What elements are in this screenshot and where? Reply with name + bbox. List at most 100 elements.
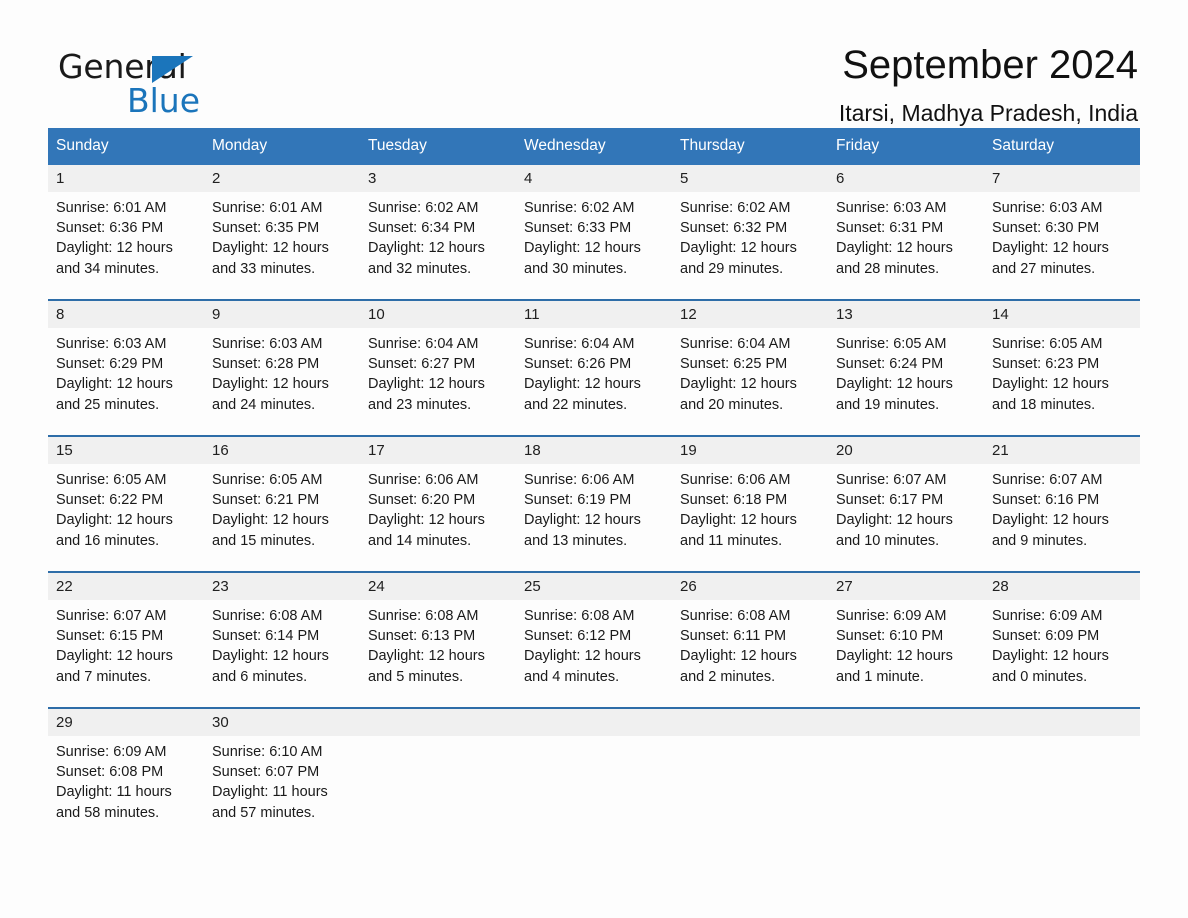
day-cell[interactable]: 29 Sunrise: 6:09 AM Sunset: 6:08 PM Dayl…: [48, 709, 204, 839]
sunrise-text: Sunrise: 6:09 AM: [992, 608, 1103, 624]
sunrise-text: Sunrise: 6:02 AM: [368, 200, 479, 216]
day-number: 15: [56, 442, 73, 459]
calendar-grid: Sunday Monday Tuesday Wednesday Thursday…: [48, 128, 1140, 839]
day-number: 7: [992, 170, 1001, 187]
week-row: 22 Sunrise: 6:07 AM Sunset: 6:15 PM Dayl…: [48, 571, 1140, 707]
day-cell[interactable]: 13 Sunrise: 6:05 AM Sunset: 6:24 PM Dayl…: [828, 301, 984, 435]
day-cell[interactable]: 28 Sunrise: 6:09 AM Sunset: 6:09 PM Dayl…: [984, 573, 1140, 707]
weekday-friday: Friday: [836, 137, 880, 154]
weekday-header-row: Sunday Monday Tuesday Wednesday Thursday…: [48, 128, 1140, 165]
day-cell[interactable]: 23 Sunrise: 6:08 AM Sunset: 6:14 PM Dayl…: [204, 573, 360, 707]
day-number: 17: [368, 442, 385, 459]
daylight-text-line2: and 23 minutes.: [368, 396, 472, 413]
daylight-text-line1: Daylight: 12 hours: [992, 240, 1109, 257]
sunset-text: Sunset: 6:19 PM: [524, 492, 632, 509]
day-details: Sunrise: 6:04 AM Sunset: 6:26 PM Dayligh…: [524, 334, 664, 415]
weekday-sunday: Sunday: [56, 137, 109, 154]
general-blue-logo: General Blue: [48, 42, 208, 117]
day-number: 30: [212, 714, 229, 731]
sunrise-text: Sunrise: 6:09 AM: [56, 744, 167, 760]
day-cell[interactable]: 3 Sunrise: 6:02 AM Sunset: 6:34 PM Dayli…: [360, 165, 516, 299]
weekday-thursday: Thursday: [680, 137, 745, 154]
day-cell[interactable]: 18 Sunrise: 6:06 AM Sunset: 6:19 PM Dayl…: [516, 437, 672, 571]
sunset-text: Sunset: 6:36 PM: [56, 220, 164, 237]
sunset-text: Sunset: 6:26 PM: [524, 356, 632, 373]
day-details: Sunrise: 6:10 AM Sunset: 6:07 PM Dayligh…: [212, 742, 352, 823]
day-cell[interactable]: 8 Sunrise: 6:03 AM Sunset: 6:29 PM Dayli…: [48, 301, 204, 435]
sunset-text: Sunset: 6:34 PM: [368, 220, 476, 237]
day-cell[interactable]: 10 Sunrise: 6:04 AM Sunset: 6:27 PM Dayl…: [360, 301, 516, 435]
daylight-text-line1: Daylight: 12 hours: [524, 648, 641, 665]
sunrise-text: Sunrise: 6:08 AM: [680, 608, 791, 624]
day-cell[interactable]: 2 Sunrise: 6:01 AM Sunset: 6:35 PM Dayli…: [204, 165, 360, 299]
page-subtitle: Itarsi, Madhya Pradesh, India: [838, 100, 1138, 126]
day-details: Sunrise: 6:08 AM Sunset: 6:11 PM Dayligh…: [680, 606, 820, 687]
day-number: 14: [992, 306, 1009, 323]
day-details: Sunrise: 6:06 AM Sunset: 6:18 PM Dayligh…: [680, 470, 820, 551]
daylight-text-line2: and 16 minutes.: [56, 532, 160, 549]
sunset-text: Sunset: 6:08 PM: [56, 764, 164, 781]
daylight-text-line2: and 29 minutes.: [680, 260, 784, 277]
daylight-text-line1: Daylight: 12 hours: [680, 376, 797, 393]
daylight-text-line1: Daylight: 12 hours: [212, 648, 329, 665]
day-cell[interactable]: 21 Sunrise: 6:07 AM Sunset: 6:16 PM Dayl…: [984, 437, 1140, 571]
day-details: Sunrise: 6:03 AM Sunset: 6:31 PM Dayligh…: [836, 198, 976, 279]
week-row: 8 Sunrise: 6:03 AM Sunset: 6:29 PM Dayli…: [48, 299, 1140, 435]
day-cell[interactable]: 22 Sunrise: 6:07 AM Sunset: 6:15 PM Dayl…: [48, 573, 204, 707]
sunrise-text: Sunrise: 6:02 AM: [524, 200, 635, 216]
day-cell[interactable]: 19 Sunrise: 6:06 AM Sunset: 6:18 PM Dayl…: [672, 437, 828, 571]
sunset-text: Sunset: 6:12 PM: [524, 628, 632, 645]
daylight-text-line1: Daylight: 12 hours: [524, 240, 641, 257]
daylight-text-line1: Daylight: 12 hours: [992, 512, 1109, 529]
sunrise-text: Sunrise: 6:06 AM: [368, 472, 479, 488]
day-cell[interactable]: 17 Sunrise: 6:06 AM Sunset: 6:20 PM Dayl…: [360, 437, 516, 571]
sunset-text: Sunset: 6:24 PM: [836, 356, 944, 373]
sunrise-text: Sunrise: 6:03 AM: [212, 336, 323, 352]
day-cell[interactable]: 24 Sunrise: 6:08 AM Sunset: 6:13 PM Dayl…: [360, 573, 516, 707]
day-cell-empty: [360, 709, 516, 839]
day-cell[interactable]: 25 Sunrise: 6:08 AM Sunset: 6:12 PM Dayl…: [516, 573, 672, 707]
sunrise-text: Sunrise: 6:05 AM: [836, 336, 947, 352]
day-cell-empty: [984, 709, 1140, 839]
sunrise-text: Sunrise: 6:09 AM: [836, 608, 947, 624]
sunset-text: Sunset: 6:20 PM: [368, 492, 476, 509]
week-row: 1 Sunrise: 6:01 AM Sunset: 6:36 PM Dayli…: [48, 165, 1140, 299]
daylight-text-line1: Daylight: 11 hours: [56, 784, 172, 801]
page-header: General Blue September 2024 Itarsi, Madh…: [48, 0, 1140, 126]
day-number: 22: [56, 578, 73, 595]
sunrise-text: Sunrise: 6:04 AM: [368, 336, 479, 352]
day-cell[interactable]: 15 Sunrise: 6:05 AM Sunset: 6:22 PM Dayl…: [48, 437, 204, 571]
day-number: 1: [56, 170, 65, 187]
daylight-text-line1: Daylight: 12 hours: [836, 512, 953, 529]
day-details: Sunrise: 6:02 AM Sunset: 6:32 PM Dayligh…: [680, 198, 820, 279]
day-cell[interactable]: 14 Sunrise: 6:05 AM Sunset: 6:23 PM Dayl…: [984, 301, 1140, 435]
sunrise-text: Sunrise: 6:08 AM: [368, 608, 479, 624]
day-cell[interactable]: 11 Sunrise: 6:04 AM Sunset: 6:26 PM Dayl…: [516, 301, 672, 435]
day-details: Sunrise: 6:02 AM Sunset: 6:34 PM Dayligh…: [368, 198, 508, 279]
day-cell[interactable]: 6 Sunrise: 6:03 AM Sunset: 6:31 PM Dayli…: [828, 165, 984, 299]
day-cell[interactable]: 5 Sunrise: 6:02 AM Sunset: 6:32 PM Dayli…: [672, 165, 828, 299]
daylight-text-line2: and 32 minutes.: [368, 260, 472, 277]
day-cell[interactable]: 27 Sunrise: 6:09 AM Sunset: 6:10 PM Dayl…: [828, 573, 984, 707]
daylight-text-line2: and 7 minutes.: [56, 668, 152, 685]
day-cell[interactable]: 9 Sunrise: 6:03 AM Sunset: 6:28 PM Dayli…: [204, 301, 360, 435]
daylight-text-line2: and 6 minutes.: [212, 668, 308, 685]
day-cell[interactable]: 16 Sunrise: 6:05 AM Sunset: 6:21 PM Dayl…: [204, 437, 360, 571]
day-details: Sunrise: 6:05 AM Sunset: 6:23 PM Dayligh…: [992, 334, 1132, 415]
daylight-text-line1: Daylight: 12 hours: [56, 240, 173, 257]
day-cell[interactable]: 12 Sunrise: 6:04 AM Sunset: 6:25 PM Dayl…: [672, 301, 828, 435]
daylight-text-line2: and 4 minutes.: [524, 668, 620, 685]
day-cell[interactable]: 4 Sunrise: 6:02 AM Sunset: 6:33 PM Dayli…: [516, 165, 672, 299]
daylight-text-line2: and 10 minutes.: [836, 532, 940, 549]
sunrise-text: Sunrise: 6:06 AM: [680, 472, 791, 488]
day-cell[interactable]: 7 Sunrise: 6:03 AM Sunset: 6:30 PM Dayli…: [984, 165, 1140, 299]
day-number: 9: [212, 306, 221, 323]
day-cell[interactable]: 26 Sunrise: 6:08 AM Sunset: 6:11 PM Dayl…: [672, 573, 828, 707]
day-details: Sunrise: 6:05 AM Sunset: 6:21 PM Dayligh…: [212, 470, 352, 551]
day-cell[interactable]: 1 Sunrise: 6:01 AM Sunset: 6:36 PM Dayli…: [48, 165, 204, 299]
day-cell[interactable]: 20 Sunrise: 6:07 AM Sunset: 6:17 PM Dayl…: [828, 437, 984, 571]
day-details: Sunrise: 6:04 AM Sunset: 6:27 PM Dayligh…: [368, 334, 508, 415]
sunrise-text: Sunrise: 6:03 AM: [56, 336, 167, 352]
day-cell[interactable]: 30 Sunrise: 6:10 AM Sunset: 6:07 PM Dayl…: [204, 709, 360, 839]
day-number: 8: [56, 306, 65, 323]
